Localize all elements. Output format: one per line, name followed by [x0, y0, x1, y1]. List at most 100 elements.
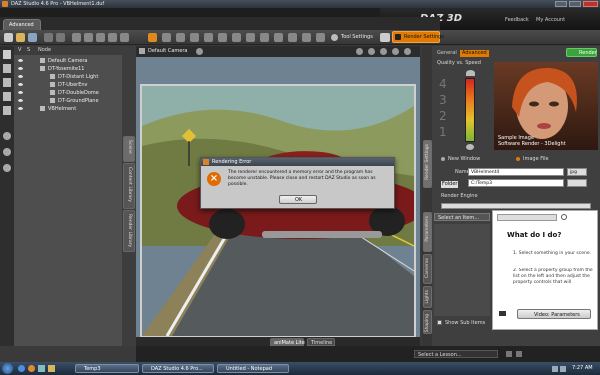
- visibility-eye-icon[interactable]: [18, 91, 23, 94]
- subtab-general[interactable]: General: [437, 51, 457, 56]
- quick-folder-icon[interactable]: [48, 365, 55, 372]
- load-icon[interactable]: [3, 78, 11, 87]
- surface-selection-icon[interactable]: [176, 33, 185, 42]
- lesson-prev-icon[interactable]: [506, 351, 512, 357]
- video-parameters-button[interactable]: Video: Parameters: [517, 309, 591, 319]
- nav-frame-icon[interactable]: [392, 48, 399, 55]
- tray-volume-icon[interactable]: [560, 366, 566, 372]
- tab-scene[interactable]: Scene: [123, 136, 135, 162]
- redo-icon[interactable]: [56, 33, 65, 42]
- visibility-eye-icon[interactable]: [18, 75, 23, 78]
- quick-desktop-icon[interactable]: [38, 365, 45, 372]
- scene-node-row[interactable]: Default Camera: [14, 57, 122, 65]
- visibility-eye-icon[interactable]: [18, 67, 23, 70]
- zoom-view-icon[interactable]: [3, 164, 11, 172]
- tab-advanced[interactable]: Advanced: [3, 19, 41, 30]
- browse-folder-button[interactable]: [567, 179, 587, 187]
- render-camera-icon[interactable]: [380, 33, 390, 42]
- quick-media-icon[interactable]: [28, 365, 35, 372]
- translate-tool-icon[interactable]: [96, 33, 105, 42]
- show-sub-items-checkbox[interactable]: [437, 320, 442, 325]
- tab-timeline[interactable]: Timeline: [307, 338, 335, 346]
- pointer-tool-icon[interactable]: [148, 33, 157, 42]
- new-scene-icon[interactable]: [3, 50, 11, 59]
- options-icon[interactable]: [3, 106, 11, 115]
- tab-cameras[interactable]: Cameras: [423, 254, 432, 284]
- my-account-link[interactable]: My Account: [536, 18, 565, 23]
- format-select[interactable]: jpg: [567, 168, 587, 176]
- camera-icon[interactable]: [246, 33, 255, 42]
- minimize-button[interactable]: [555, 1, 567, 7]
- region-nav-icon[interactable]: [204, 33, 213, 42]
- node-weight-icon[interactable]: [120, 33, 129, 42]
- col-node[interactable]: Node: [38, 48, 51, 53]
- visibility-eye-icon[interactable]: [18, 99, 23, 102]
- dialog-ok-button[interactable]: OK: [279, 195, 317, 204]
- tab-parameters[interactable]: Parameters: [423, 212, 432, 252]
- save-icon[interactable]: [28, 33, 37, 42]
- merge-icon[interactable]: [3, 64, 11, 73]
- undo-history-icon[interactable]: [3, 132, 11, 140]
- nav-pan-icon[interactable]: [380, 48, 387, 55]
- eye-icon[interactable]: [260, 33, 269, 42]
- scale-tool-icon[interactable]: [108, 33, 117, 42]
- tab-render-settings[interactable]: Render Settings: [423, 140, 432, 188]
- scene-node-row[interactable]: DT-DoubleDome: [14, 89, 122, 97]
- tab-animate-lite[interactable]: aniMate Lite: [270, 338, 305, 346]
- tab-shaping[interactable]: Shaping: [423, 310, 432, 334]
- nav-orbit-icon[interactable]: [368, 48, 375, 55]
- grid-icon[interactable]: [302, 33, 311, 42]
- folder-field[interactable]: C:/Temp3: [468, 179, 564, 187]
- save-scene-icon[interactable]: [3, 92, 11, 101]
- col-selected[interactable]: S: [27, 48, 30, 53]
- draw-style-icon[interactable]: [196, 48, 203, 55]
- render-settings-button[interactable]: Render Settings: [392, 31, 444, 43]
- bone-icon[interactable]: [274, 33, 283, 42]
- light-icon[interactable]: [232, 33, 241, 42]
- quality-slider[interactable]: [465, 78, 475, 142]
- col-visible[interactable]: V: [18, 48, 21, 53]
- scene-node-row[interactable]: DT-Distant Light: [14, 73, 122, 81]
- nav-aux-icon[interactable]: [404, 48, 411, 55]
- nav-zoom-icon[interactable]: [356, 48, 363, 55]
- start-button[interactable]: [2, 363, 13, 374]
- tab-lights[interactable]: Lights: [423, 286, 432, 308]
- open-icon[interactable]: [16, 33, 25, 42]
- rotate-view-icon[interactable]: [3, 148, 11, 156]
- lesson-select[interactable]: Select a Lesson...: [414, 350, 498, 358]
- task-notepad[interactable]: Untitled - Notepad: [217, 364, 289, 373]
- undo-icon[interactable]: [44, 33, 53, 42]
- subtab-advanced[interactable]: Advanced: [460, 50, 489, 57]
- render-engine-select[interactable]: [441, 203, 591, 209]
- spot-render-icon[interactable]: [162, 33, 171, 42]
- joint-editor-icon[interactable]: [190, 33, 199, 42]
- help-search-field[interactable]: [497, 214, 557, 221]
- select-item-dropdown[interactable]: Select an Item...: [434, 213, 490, 221]
- morph-icon[interactable]: [288, 33, 297, 42]
- camera-select[interactable]: Default Camera: [148, 49, 187, 54]
- visibility-eye-icon[interactable]: [18, 107, 23, 110]
- render-button[interactable]: Render: [566, 48, 597, 57]
- close-button[interactable]: [583, 1, 598, 7]
- image-file-radio[interactable]: [516, 157, 520, 161]
- maximize-button[interactable]: [569, 1, 581, 7]
- universal-tool-icon[interactable]: [72, 33, 81, 42]
- rotate-tool-icon[interactable]: [84, 33, 93, 42]
- tab-render-library[interactable]: Render Library: [123, 210, 135, 252]
- task-temp3[interactable]: Temp3: [75, 364, 139, 373]
- visibility-eye-icon[interactable]: [18, 59, 23, 62]
- viewport-menu-icon[interactable]: [139, 48, 145, 54]
- feedback-link[interactable]: Feedback: [505, 18, 529, 23]
- scene-node-row[interactable]: DT-GroundPlane: [14, 97, 122, 105]
- task-daz-studio[interactable]: DAZ Studio 4.6 Pro...: [142, 364, 214, 373]
- visibility-eye-icon[interactable]: [18, 83, 23, 86]
- clock[interactable]: 7:27 AM: [572, 366, 593, 371]
- new-icon[interactable]: [4, 33, 13, 42]
- scene-node-row[interactable]: VBHelment: [14, 105, 122, 113]
- quick-ie-icon[interactable]: [18, 365, 25, 372]
- geometry-editor-icon[interactable]: [218, 33, 227, 42]
- lesson-next-icon[interactable]: [516, 351, 522, 357]
- name-field[interactable]: VBHelment4: [468, 168, 564, 176]
- tab-content-library[interactable]: Content Library: [123, 163, 135, 209]
- scene-node-row[interactable]: DT-UberEnv: [14, 81, 122, 89]
